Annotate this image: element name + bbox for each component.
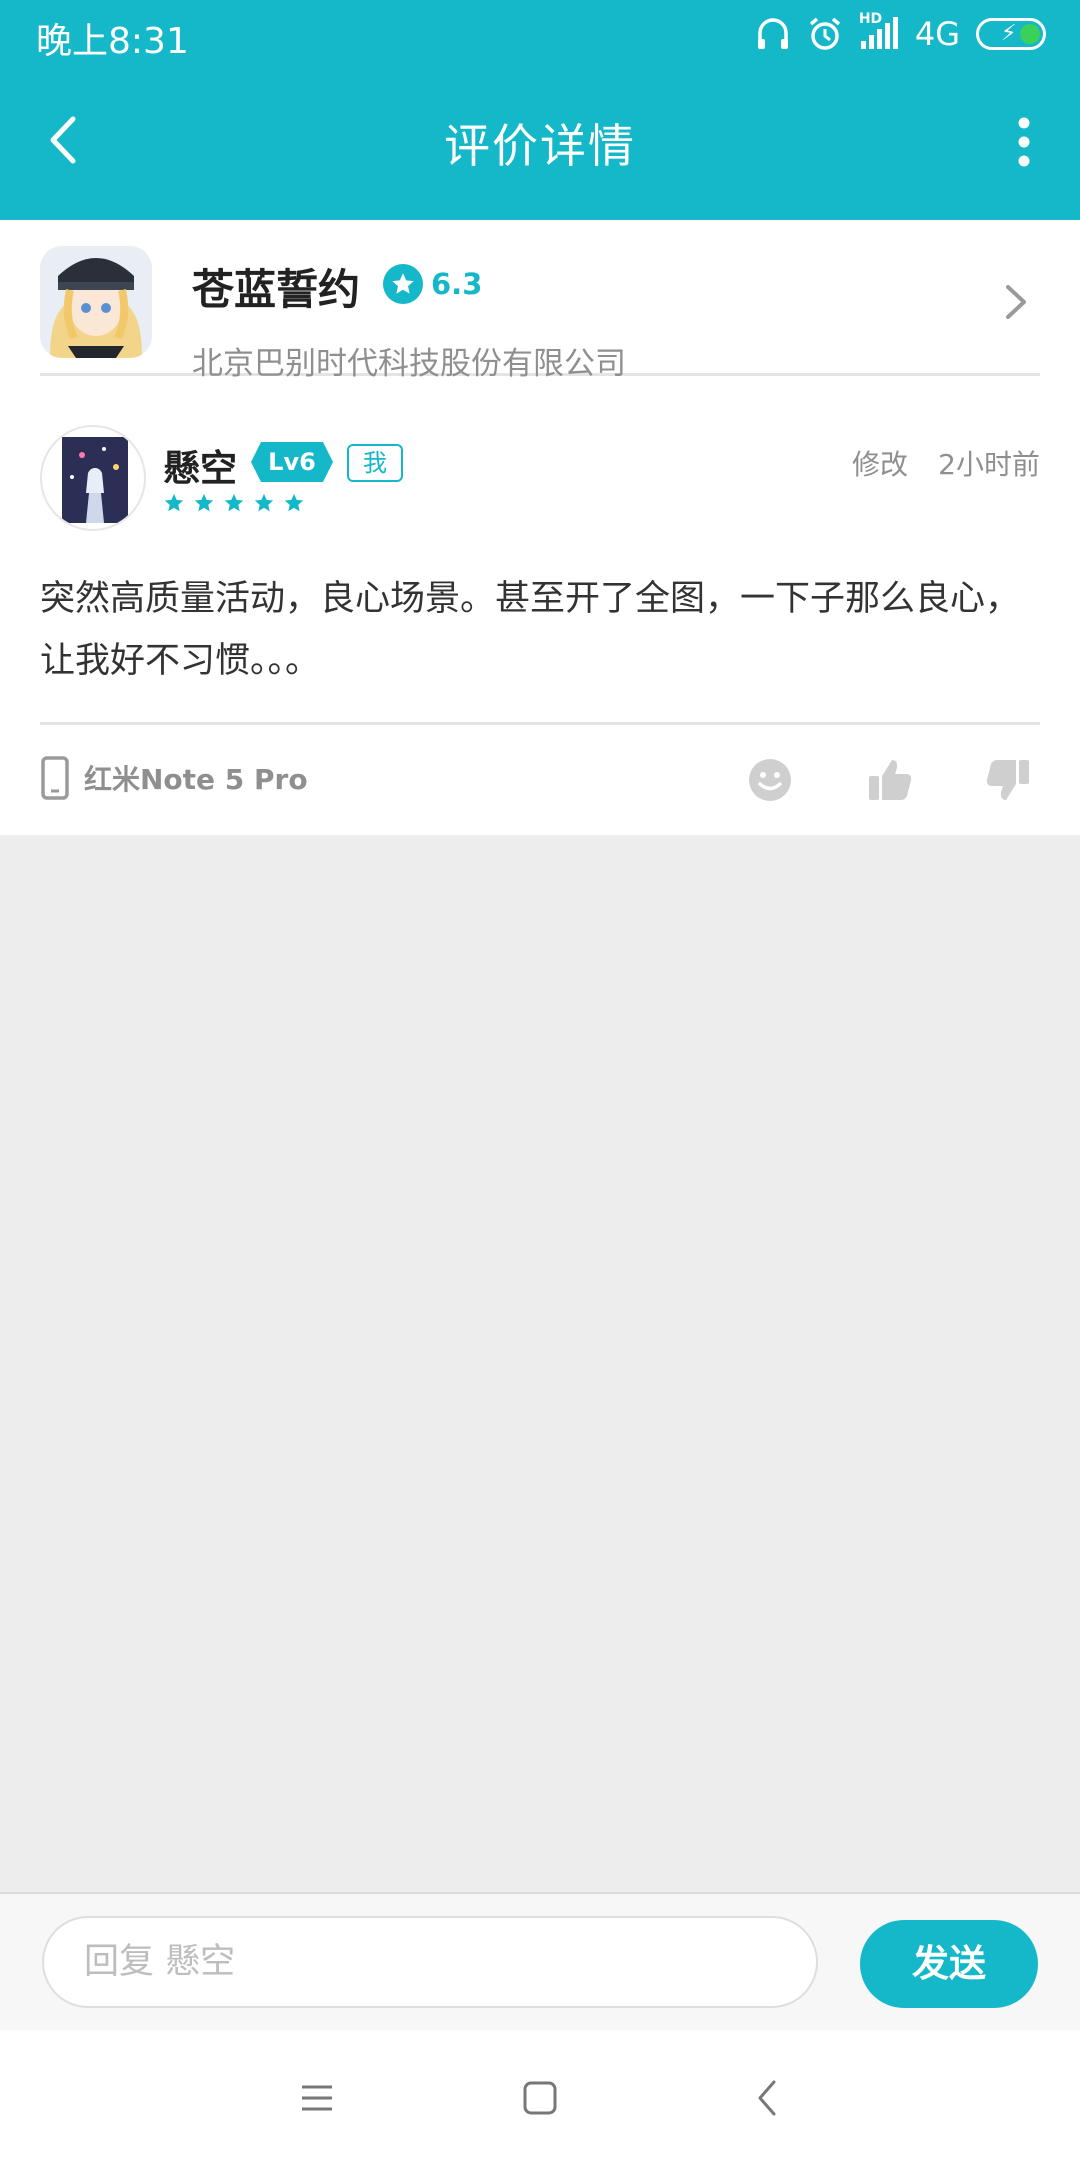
review-time: 2小时前 — [938, 448, 1040, 481]
menu-icon — [302, 2085, 332, 2111]
dislike-button[interactable] — [980, 752, 1036, 808]
level-label: Lv6 — [268, 448, 316, 476]
like-button[interactable] — [862, 752, 918, 808]
nav-back-button[interactable] — [737, 2068, 797, 2128]
nav-home-button[interactable] — [510, 2068, 570, 2128]
signal-icon: HD — [859, 11, 899, 51]
edit-button[interactable]: 修改 — [852, 443, 908, 483]
status-time: 晚上8:31 — [36, 21, 189, 62]
thumbs-up-icon — [869, 760, 912, 800]
battery-icon: ⚡ — [976, 18, 1046, 50]
level-badge: Lv6 — [251, 442, 333, 482]
alarm-icon — [809, 17, 840, 50]
phone-icon — [41, 756, 69, 800]
send-button[interactable]: 发送 — [860, 1920, 1038, 2008]
home-square-icon — [523, 2081, 557, 2115]
chevron-right-icon — [996, 280, 1036, 324]
top-bar: 晚上8:31 HD 4G ⚡ 评价详情 — [0, 0, 1080, 220]
review-card: 苍蓝誓约 6.3 北京巴别时代科技股份有限公司 懸空 Lv6 我 修改 2小时前… — [0, 220, 1080, 835]
device-name: 红米Note 5 Pro — [84, 763, 308, 796]
app-icon — [40, 246, 152, 358]
status-icons: HD 4G ⚡ — [755, 11, 1046, 56]
page-title: 评价详情 — [444, 119, 636, 173]
system-nav-bar — [0, 2030, 1080, 2160]
me-tag: 我 — [347, 444, 403, 482]
back-arrow-icon — [758, 2080, 776, 2116]
reply-bar: 发送 — [0, 1892, 1080, 2030]
star-icon — [383, 264, 423, 304]
nav-menu-button[interactable] — [287, 2068, 347, 2128]
more-vertical-icon — [1018, 117, 1030, 167]
star-icon — [254, 493, 274, 512]
star-icon — [164, 493, 184, 512]
username[interactable]: 懸空 — [163, 438, 237, 492]
rating-badge: 6.3 — [383, 264, 482, 304]
divider — [40, 722, 1040, 725]
rating-score: 6.3 — [431, 267, 483, 301]
more-button[interactable] — [996, 110, 1052, 174]
rating-stars — [163, 492, 305, 514]
emoji-reaction-button[interactable] — [742, 752, 798, 808]
app-info-row[interactable]: 苍蓝誓约 6.3 北京巴别时代科技股份有限公司 — [40, 246, 1040, 382]
thumbs-down-icon — [986, 760, 1029, 800]
app-name: 苍蓝誓约 — [192, 265, 361, 314]
smiley-icon — [749, 759, 791, 801]
star-icon — [284, 493, 304, 512]
review-text: 突然高质量活动，良心场景。甚至开了全图，一下子那么良心，让我好不习惯。。。 — [40, 579, 1021, 681]
headphone-icon — [757, 18, 788, 49]
star-icon — [194, 493, 214, 512]
star-icon — [224, 493, 244, 512]
user-avatar[interactable] — [40, 425, 146, 531]
developer-name: 北京巴别时代科技股份有限公司 — [192, 346, 626, 382]
device-info: 红米Note 5 Pro — [40, 755, 308, 801]
network-type: 4G — [914, 15, 960, 53]
reply-input[interactable] — [42, 1916, 818, 2008]
